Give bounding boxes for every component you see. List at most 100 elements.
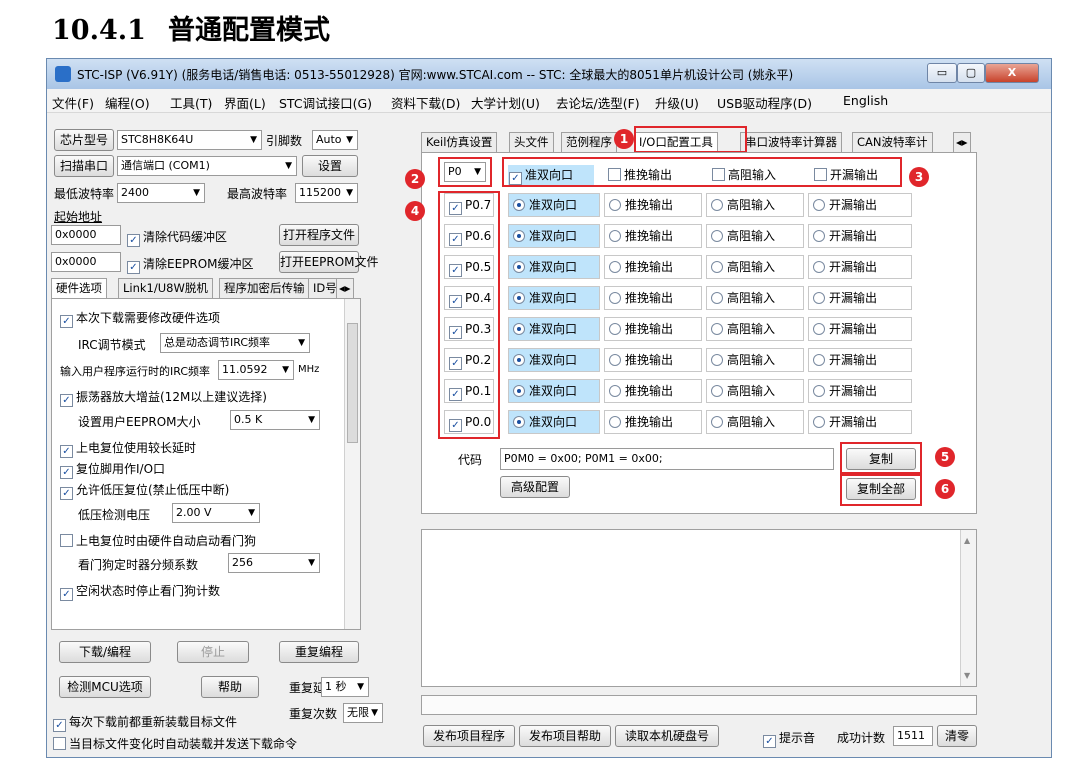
min-baud-select[interactable]: 2400 ▼ xyxy=(117,183,205,203)
mode-opendrain-radio[interactable]: 开漏输出 xyxy=(808,224,912,248)
mode-highz-radio[interactable]: 高阻输入 xyxy=(706,317,804,341)
mode-pushpull-radio[interactable]: 推挽输出 xyxy=(604,348,702,372)
menu-program[interactable]: 编程(O) xyxy=(105,93,150,112)
tab-hardware-options[interactable]: 硬件选项 xyxy=(51,278,107,298)
wdt-auto-checkbox[interactable]: 上电复位时由硬件自动启动看门狗 xyxy=(60,532,256,549)
tab-scroll-arrows-right[interactable]: ◂▸ xyxy=(953,132,971,152)
mode-pushpull-radio[interactable]: 推挽输出 xyxy=(604,193,702,217)
stop-button[interactable]: 停止 xyxy=(177,641,249,663)
mode-opendrain-radio[interactable]: 开漏输出 xyxy=(808,286,912,310)
mode-opendrain-radio[interactable]: 开漏输出 xyxy=(808,379,912,403)
clear-eeprom-checkbox[interactable]: ✓ 清除EEPROM缓冲区 xyxy=(127,255,254,274)
scan-port-button[interactable]: 扫描串口 xyxy=(54,155,114,177)
menu-university[interactable]: 大学计划(U) xyxy=(471,93,540,112)
max-baud-select[interactable]: 115200 ▼ xyxy=(295,183,358,203)
mode-pushpull-radio[interactable]: 推挽输出 xyxy=(604,224,702,248)
menu-forum[interactable]: 去论坛/选型(F) xyxy=(556,93,640,112)
mode-highz-radio[interactable]: 高阻输入 xyxy=(706,286,804,310)
tab-header-file[interactable]: 头文件 xyxy=(509,132,554,152)
reprogram-button[interactable]: 重复编程 xyxy=(279,641,359,663)
tab-scroll-arrows[interactable]: ◂▸ xyxy=(336,278,354,298)
tab-can-baud[interactable]: CAN波特率计 xyxy=(852,132,933,152)
mode-quasi-radio[interactable]: 准双向口 xyxy=(508,348,600,372)
mode-quasi-radio[interactable]: 准双向口 xyxy=(508,224,600,248)
wdt-div-select[interactable]: 256 ▼ xyxy=(228,553,320,573)
auto-send-checkbox[interactable]: 当目标文件变化时自动装载并发送下载命令 xyxy=(53,735,297,752)
mode-highz-radio[interactable]: 高阻输入 xyxy=(706,379,804,403)
mode-pushpull-radio[interactable]: 推挽输出 xyxy=(604,410,702,434)
tab-keil[interactable]: Keil仿真设置 xyxy=(421,132,498,152)
mode-opendrain-radio[interactable]: 开漏输出 xyxy=(808,317,912,341)
reload-each-checkbox[interactable]: ✓ 每次下载前都重新装载目标文件 xyxy=(53,713,237,732)
mode-pushpull-radio[interactable]: 推挽输出 xyxy=(604,286,702,310)
mode-quasi-radio[interactable]: 准双向口 xyxy=(508,286,600,310)
lvd-select[interactable]: 2.00 V ▼ xyxy=(172,503,260,523)
mode-quasi-radio[interactable]: 准双向口 xyxy=(508,193,600,217)
menu-file[interactable]: 文件(F) xyxy=(52,93,94,112)
beep-checkbox[interactable]: ✓ 提示音 xyxy=(763,729,815,748)
irc-freq-select[interactable]: 11.0592 ▼ xyxy=(218,360,294,380)
menu-tools[interactable]: 工具(T) xyxy=(170,93,212,112)
mode-highz-radio[interactable]: 高阻输入 xyxy=(706,193,804,217)
mode-highz-radio[interactable]: 高阻输入 xyxy=(706,224,804,248)
clear-count-button[interactable]: 清零 xyxy=(937,725,977,747)
lvd-reset-checkbox[interactable]: ✓ 允许低压复位(禁止低压中断) xyxy=(60,481,229,500)
settings-button[interactable]: 设置 xyxy=(302,155,358,177)
tab-encrypt[interactable]: 程序加密后传输 xyxy=(219,278,310,298)
clear-code-checkbox[interactable]: ✓ 清除代码缓冲区 xyxy=(127,228,227,247)
code-address-input[interactable]: 0x0000 xyxy=(51,225,121,245)
mode-highz-radio[interactable]: 高阻输入 xyxy=(706,410,804,434)
help-button[interactable]: 帮助 xyxy=(201,676,259,698)
tab-baud-calc[interactable]: 串口波特率计算器 xyxy=(740,132,842,152)
log-scrollbar[interactable]: ▲ ▼ xyxy=(960,530,976,686)
chip-model-button[interactable]: 芯片型号 xyxy=(54,129,114,151)
eeprom-size-select[interactable]: 0.5 K ▼ xyxy=(230,410,320,430)
eeprom-address-input[interactable]: 0x0000 xyxy=(51,252,121,272)
open-eeprom-button[interactable]: 打开EEPROM文件 xyxy=(279,251,379,273)
publish-program-button[interactable]: 发布项目程序 xyxy=(423,725,515,747)
mode-quasi-radio[interactable]: 准双向口 xyxy=(508,317,600,341)
publish-help-button[interactable]: 发布项目帮助 xyxy=(519,725,611,747)
tab-link1[interactable]: Link1/U8W脱机 xyxy=(118,278,213,298)
code-output-field[interactable]: P0M0 = 0x00; P0M1 = 0x00; xyxy=(500,448,834,470)
menu-usb-driver[interactable]: USB驱动程序(D) xyxy=(717,93,812,112)
menu-english[interactable]: English xyxy=(843,93,888,108)
mode-pushpull-radio[interactable]: 推挽输出 xyxy=(604,379,702,403)
reset-io-checkbox[interactable]: ✓ 复位脚用作I/O口 xyxy=(60,460,165,479)
detect-mcu-button[interactable]: 检测MCU选项 xyxy=(59,676,151,698)
scroll-thumb[interactable] xyxy=(347,323,358,443)
mode-quasi-radio[interactable]: 准双向口 xyxy=(508,410,600,434)
maximize-button[interactable]: ▢ xyxy=(957,63,985,83)
mode-quasi-radio[interactable]: 准双向口 xyxy=(508,379,600,403)
retry-delay-select[interactable]: 1 秒 ▼ xyxy=(321,677,369,697)
tab-examples[interactable]: 范例程序 xyxy=(561,132,617,152)
close-button[interactable]: X xyxy=(985,63,1039,83)
menu-download[interactable]: 资料下载(D) xyxy=(391,93,460,112)
chip-model-select[interactable]: STC8H8K64U ▼ xyxy=(117,130,262,150)
options-scrollbar[interactable] xyxy=(344,299,360,629)
irc-mode-select[interactable]: 总是动态调节IRC频率 ▼ xyxy=(160,333,310,353)
open-program-button[interactable]: 打开程序文件 xyxy=(279,224,359,246)
mode-opendrain-radio[interactable]: 开漏输出 xyxy=(808,255,912,279)
retry-count-select[interactable]: 无限 ▼ xyxy=(343,703,383,723)
read-disk-button[interactable]: 读取本机硬盘号 xyxy=(615,725,719,747)
menu-debug[interactable]: STC调试接口(G) xyxy=(279,93,372,112)
mode-highz-radio[interactable]: 高阻输入 xyxy=(706,255,804,279)
mode-quasi-radio[interactable]: 准双向口 xyxy=(508,255,600,279)
mode-opendrain-radio[interactable]: 开漏输出 xyxy=(808,193,912,217)
mode-opendrain-radio[interactable]: 开漏输出 xyxy=(808,348,912,372)
minimize-button[interactable]: ▭ xyxy=(927,63,957,83)
mode-opendrain-radio[interactable]: 开漏输出 xyxy=(808,410,912,434)
modify-hw-checkbox[interactable]: ✓ 本次下载需要修改硬件选项 xyxy=(60,309,220,328)
mode-pushpull-radio[interactable]: 推挽输出 xyxy=(604,317,702,341)
mode-pushpull-radio[interactable]: 推挽输出 xyxy=(604,255,702,279)
com-port-select[interactable]: 通信端口 (COM1) ▼ xyxy=(117,156,297,176)
mode-highz-radio[interactable]: 高阻输入 xyxy=(706,348,804,372)
download-program-button[interactable]: 下载/编程 xyxy=(59,641,151,663)
advanced-config-button[interactable]: 高级配置 xyxy=(500,476,570,498)
pin-count-select[interactable]: Auto ▼ xyxy=(312,130,358,150)
osc-gain-checkbox[interactable]: ✓ 振荡器放大增益(12M以上建议选择) xyxy=(60,388,267,407)
long-reset-checkbox[interactable]: ✓ 上电复位使用较长延时 xyxy=(60,439,196,458)
menu-interface[interactable]: 界面(L) xyxy=(224,93,266,112)
output-log-panel[interactable]: ▲ ▼ xyxy=(421,529,977,687)
